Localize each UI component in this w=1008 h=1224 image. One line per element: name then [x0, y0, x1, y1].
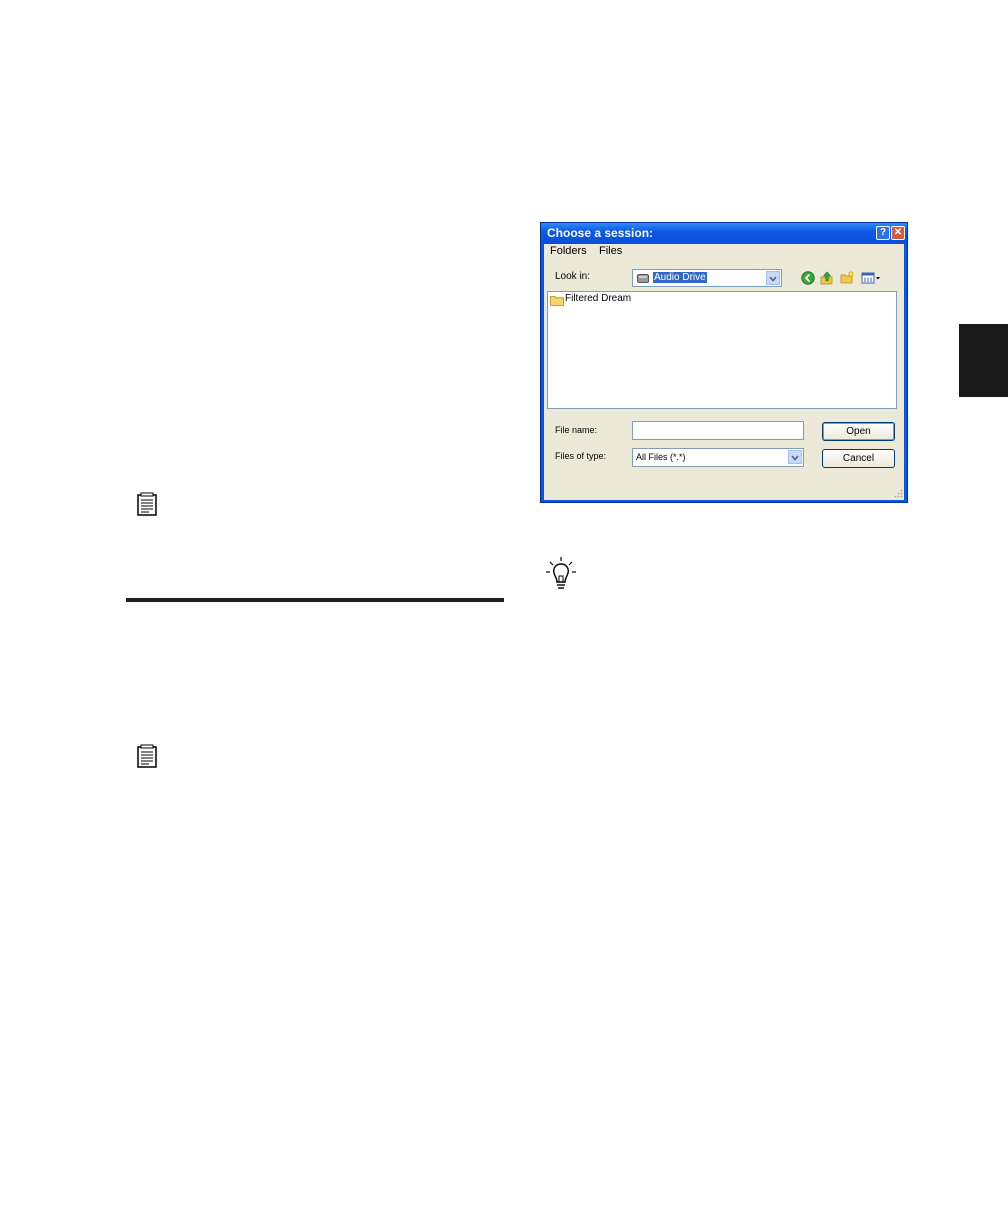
menu-bar: Folders Files: [544, 244, 904, 260]
dialog-titlebar[interactable]: Choose a session: ? ✕: [541, 223, 907, 244]
chapter-tab-marker: [959, 324, 1008, 397]
help-button[interactable]: ?: [876, 226, 890, 240]
file-list[interactable]: Filtered Dream: [547, 291, 897, 409]
folder-icon: [550, 296, 564, 306]
back-icon[interactable]: [801, 271, 815, 285]
resize-grip-icon[interactable]: [894, 489, 903, 498]
chevron-down-icon: [791, 455, 799, 461]
section-divider: [126, 598, 504, 602]
files-of-type-label: Files of type:: [555, 451, 607, 461]
dialog-title: Choose a session:: [547, 226, 654, 240]
chevron-down-icon: [769, 276, 777, 282]
dialog-body: Folders Files Look in: Audio Drive Filte…: [544, 244, 904, 500]
look-in-value: Audio Drive: [653, 272, 707, 283]
folder-name: Filtered Dream: [565, 293, 632, 304]
files-of-type-value: All Files (*.*): [636, 452, 686, 462]
files-of-type-dropdown[interactable]: All Files (*.*): [632, 448, 804, 467]
views-menu-icon[interactable]: [861, 271, 883, 285]
note-icon: [137, 492, 157, 516]
files-of-type-dropdown-arrow[interactable]: [788, 450, 802, 464]
help-icon: ?: [879, 227, 887, 238]
menu-files[interactable]: Files: [599, 245, 622, 257]
new-folder-icon[interactable]: [840, 271, 854, 285]
look-in-dropdown-arrow[interactable]: [766, 271, 780, 285]
look-in-dropdown[interactable]: Audio Drive: [632, 269, 782, 287]
file-name-input[interactable]: [632, 421, 804, 440]
tip-lightbulb-icon: [546, 557, 576, 589]
up-folder-icon[interactable]: [820, 271, 834, 285]
choose-session-dialog: Choose a session: ? ✕ Folders Files Look…: [540, 222, 908, 503]
close-button[interactable]: ✕: [891, 226, 905, 240]
drive-icon: [637, 274, 649, 283]
note-icon: [137, 744, 157, 768]
file-name-label: File name:: [555, 425, 598, 435]
close-icon: ✕: [893, 227, 903, 238]
list-item[interactable]: Filtered Dream: [550, 293, 670, 307]
cancel-button[interactable]: Cancel: [822, 449, 895, 468]
look-in-label: Look in:: [555, 271, 591, 282]
open-button[interactable]: Open: [822, 422, 895, 441]
menu-folders[interactable]: Folders: [550, 245, 587, 257]
